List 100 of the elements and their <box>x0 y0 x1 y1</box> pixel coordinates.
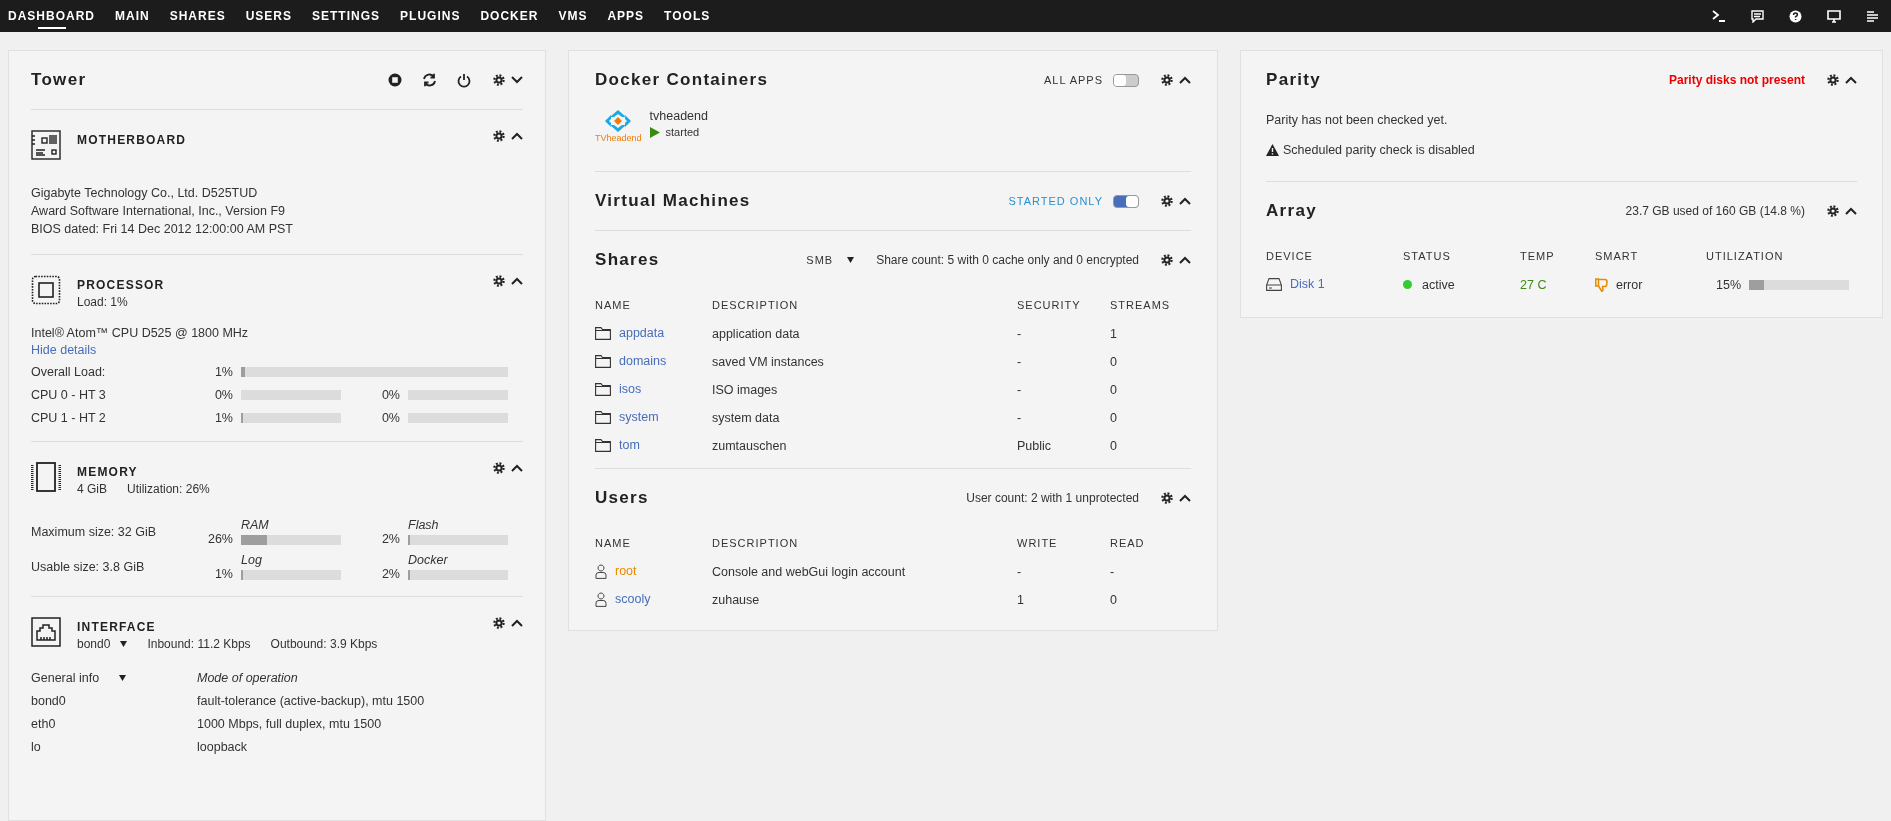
share-link[interactable]: domains <box>619 353 667 370</box>
table-cell-text: 1 <box>1017 592 1025 607</box>
nav-tab[interactable]: TOOLS <box>664 3 711 29</box>
toggle-switch[interactable] <box>1113 73 1139 87</box>
chevron-up-icon[interactable] <box>1179 494 1191 502</box>
share-link[interactable]: system <box>619 409 659 426</box>
percent-value: 1% <box>213 365 233 379</box>
table-cell-text: 0 <box>1110 410 1118 425</box>
interface-mode: fault-tolerance (active-backup), mtu 1500 <box>197 694 426 708</box>
parity-status: Parity has not been checked yet. <box>1266 113 1449 127</box>
folder-icon <box>595 327 611 340</box>
nav-tab[interactable]: SETTINGS <box>312 3 381 29</box>
temperature: 27 C <box>1520 277 1548 292</box>
info-text: BIOS dated: Fri 14 Dec 2012 12:00:00 AM PST <box>31 221 294 238</box>
column-heading: Mode of operation <box>197 671 299 685</box>
nav-tab[interactable]: VMS <box>558 3 588 29</box>
settings-icon[interactable] <box>1161 492 1173 504</box>
column-header: NAME <box>595 299 632 311</box>
folder-icon <box>595 355 611 368</box>
chevron-up-icon[interactable] <box>511 132 523 140</box>
column-header: UTILIZATION <box>1706 250 1785 262</box>
settings-icon[interactable] <box>1161 254 1173 266</box>
interface-select[interactable]: bond0 <box>77 637 128 651</box>
column-header: WRITE <box>1017 537 1059 549</box>
user-link[interactable]: scooly <box>615 591 651 608</box>
nav-tab[interactable]: PLUGINS <box>400 3 461 29</box>
warning-icon <box>1266 144 1279 156</box>
play-icon <box>649 126 660 138</box>
table-cell-text: - <box>1017 354 1023 369</box>
chevron-up-icon[interactable] <box>1845 207 1857 215</box>
load-text: Load: 1% <box>77 295 129 309</box>
interface-name: lo <box>31 740 42 754</box>
settings-icon[interactable] <box>493 462 505 474</box>
chevron-up-icon[interactable] <box>1179 76 1191 84</box>
nav-tab[interactable]: MAIN <box>115 3 150 29</box>
share-summary: Share count: 5 with 0 cache only and 0 encrypted <box>876 253 1139 267</box>
settings-icon[interactable] <box>493 275 505 287</box>
info-select[interactable]: General info <box>31 671 127 685</box>
table-cell-text: saved VM instances <box>712 354 825 369</box>
table-cell-text: 0 <box>1110 592 1118 607</box>
nav-tab[interactable]: DOCKER <box>480 3 539 29</box>
gauge-label: Flash <box>408 518 440 532</box>
monitor-icon[interactable] <box>1827 9 1841 23</box>
share-link[interactable]: tom <box>619 437 640 454</box>
terminal-icon[interactable] <box>1712 10 1726 22</box>
stop-icon[interactable] <box>388 73 402 87</box>
chat-icon[interactable] <box>1751 9 1764 23</box>
protocol-select[interactable]: SMB <box>806 254 855 266</box>
memory-label: Maximum size: 32 GiB <box>31 524 158 539</box>
folder-icon <box>595 439 611 452</box>
settings-icon[interactable] <box>1827 205 1839 217</box>
hide-details-link[interactable]: Hide details <box>31 342 523 359</box>
share-link[interactable]: isos <box>619 381 642 398</box>
settings-icon[interactable] <box>493 74 505 86</box>
folder-icon <box>595 383 611 396</box>
cpu-label: Overall Load: <box>31 365 107 379</box>
toggle-label: ALL APPS <box>1044 74 1103 86</box>
help-icon[interactable] <box>1789 9 1802 23</box>
table-cell-text: zuhause <box>712 592 761 607</box>
settings-icon[interactable] <box>1161 195 1173 207</box>
table-cell: error <box>1616 277 1643 292</box>
percent-value: 0% <box>380 388 400 402</box>
percent-value: 2% <box>380 568 400 580</box>
nav-tab[interactable]: SHARES <box>169 3 226 29</box>
table-cell-text: application data <box>712 326 801 341</box>
chevron-up-icon[interactable] <box>511 464 523 472</box>
settings-icon[interactable] <box>493 130 505 142</box>
section-title: MOTHERBOARD <box>77 133 187 147</box>
settings-icon[interactable] <box>1827 74 1839 86</box>
chevron-up-icon[interactable] <box>511 277 523 285</box>
section-title: MEMORY <box>77 465 139 479</box>
user-icon <box>595 564 607 579</box>
column-header: DEVICE <box>1266 250 1314 262</box>
disk-link[interactable]: Disk 1 <box>1290 276 1325 293</box>
percent-value: 15% <box>1716 277 1742 292</box>
column-header: DESCRIPTION <box>712 537 800 549</box>
refresh-icon[interactable] <box>422 73 437 87</box>
chevron-up-icon[interactable] <box>1845 76 1857 84</box>
settings-icon[interactable] <box>1161 74 1173 86</box>
chevron-down-icon[interactable] <box>511 76 523 84</box>
percent-value: 1% <box>213 568 233 580</box>
power-icon[interactable] <box>457 72 471 88</box>
chevron-up-icon[interactable] <box>511 619 523 627</box>
toggle-switch[interactable] <box>1113 194 1139 208</box>
share-link[interactable]: appdata <box>619 325 665 342</box>
chevron-up-icon[interactable] <box>1179 256 1191 264</box>
column-header: TEMP <box>1520 250 1556 262</box>
table-cell-text: Console and webGui login account <box>712 564 907 579</box>
info-text: Award Software International, Inc., Version F9 <box>31 203 287 220</box>
settings-icon[interactable] <box>493 617 505 629</box>
table-cell-text: - <box>1017 382 1023 397</box>
nav-tab[interactable]: USERS <box>245 3 293 29</box>
utilization-text: Utilization: 26% <box>127 482 210 496</box>
container-name[interactable]: tvheadend <box>649 109 708 123</box>
toggle-label: STARTED ONLY <box>1008 195 1103 207</box>
chevron-up-icon[interactable] <box>1179 197 1191 205</box>
list-icon[interactable] <box>1866 9 1879 23</box>
gauge-label: Log <box>241 553 263 567</box>
nav-tab[interactable]: APPS <box>607 3 645 29</box>
cpu-label: CPU 1 - HT 2 <box>31 411 107 425</box>
